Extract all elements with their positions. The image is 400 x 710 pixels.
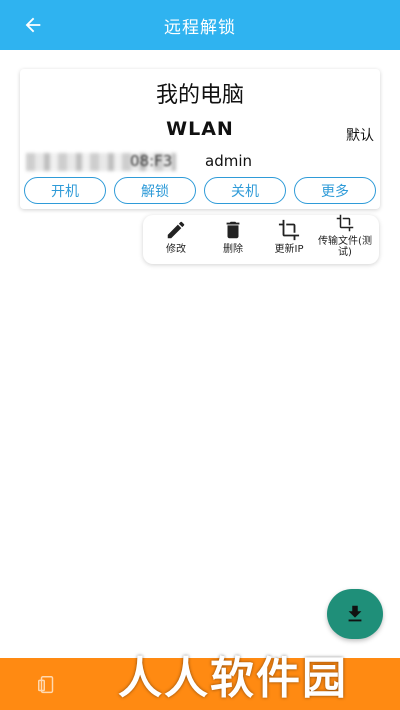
- device-name: 我的电脑: [155, 83, 244, 108]
- page-title: 远程解锁: [164, 17, 236, 38]
- menu-item-transfer-file[interactable]: 传输文件(测试): [317, 214, 373, 258]
- default-badge: 默认: [346, 128, 374, 144]
- unlock-button[interactable]: 解锁: [114, 177, 196, 204]
- app-bar: 远程解锁: [0, 0, 400, 50]
- username: admin: [205, 152, 252, 170]
- menu-item-label: 传输文件(测试): [318, 236, 372, 258]
- menu-item-update-ip[interactable]: 更新IP: [261, 219, 317, 263]
- nav-device-button[interactable]: [36, 674, 58, 696]
- crop-icon: [278, 219, 300, 241]
- more-menu: 修改 删除 更新IP 传输文件(测试): [143, 214, 379, 264]
- arrow-left-icon: [25, 17, 41, 33]
- download-fab[interactable]: [327, 589, 383, 639]
- device-icon: [38, 676, 54, 694]
- shutdown-button[interactable]: 关机: [204, 177, 286, 204]
- menu-item-edit[interactable]: 修改: [148, 219, 204, 263]
- action-row: 开机 解锁 关机 更多: [24, 177, 376, 205]
- download-icon: [348, 605, 362, 622]
- power-on-button[interactable]: 开机: [24, 177, 106, 204]
- menu-item-delete[interactable]: 删除: [205, 219, 261, 263]
- watermark-logo: 人人软件园: [118, 653, 348, 704]
- device-card[interactable]: 我的电脑 WLAN 默认 08:F3 admin 开机 解锁 关机 更多: [20, 69, 380, 209]
- crop-icon: [336, 214, 354, 232]
- trash-icon: [226, 221, 240, 239]
- menu-item-label: 删除: [223, 244, 243, 255]
- mac-address-tail: 08:F3: [130, 152, 173, 170]
- pencil-icon: [167, 221, 185, 239]
- back-button[interactable]: [20, 12, 46, 38]
- menu-item-label: 修改: [166, 244, 186, 255]
- network-name: WLAN: [166, 118, 234, 140]
- more-button[interactable]: 更多: [294, 177, 376, 204]
- menu-item-label: 更新IP: [274, 244, 304, 255]
